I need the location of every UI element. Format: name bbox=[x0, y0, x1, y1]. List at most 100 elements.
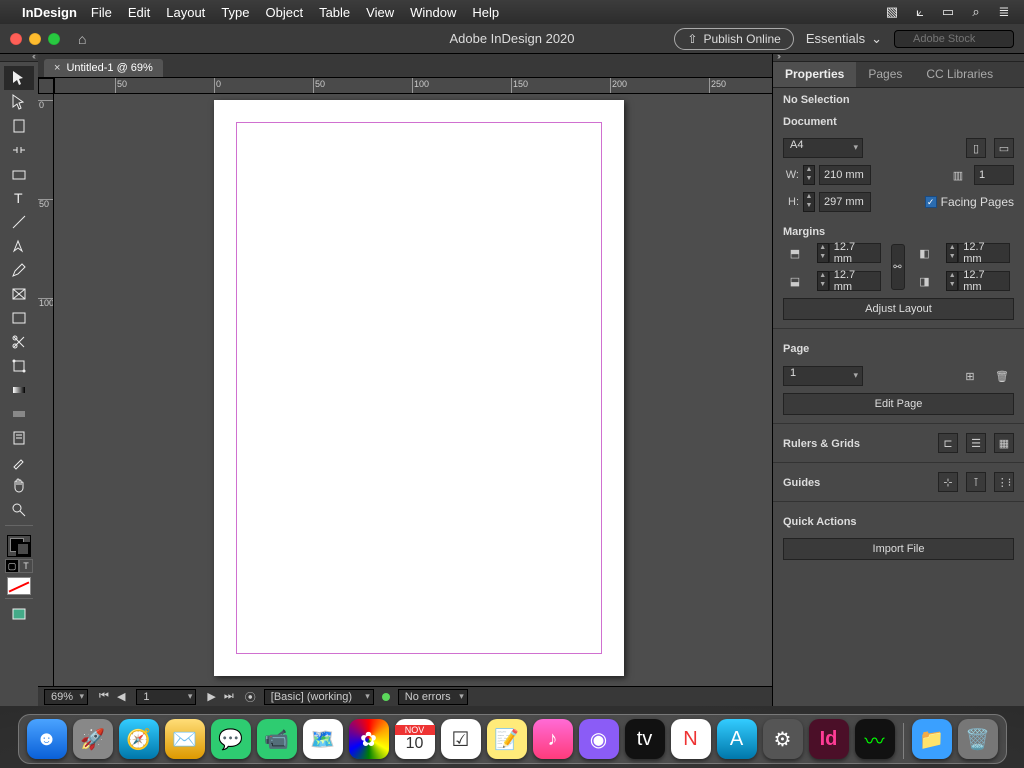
horizontal-ruler[interactable]: 0 50 50 100 150 200 250 bbox=[54, 78, 772, 93]
dock-app-appstore[interactable]: A bbox=[717, 719, 757, 759]
rulers-toggle-button[interactable]: ⊏ bbox=[938, 433, 958, 453]
dock-app-music[interactable]: ♪ bbox=[533, 719, 573, 759]
document-tab[interactable]: × Untitled-1 @ 69% bbox=[44, 59, 163, 77]
fill-stroke-swatch[interactable] bbox=[7, 535, 31, 557]
scissors-tool[interactable] bbox=[4, 330, 34, 354]
link-margins-toggle[interactable]: ⚯ bbox=[891, 244, 905, 290]
document-grid-button[interactable]: ▦ bbox=[994, 433, 1014, 453]
preflight-errors-combo[interactable]: No errors bbox=[398, 689, 468, 705]
home-icon[interactable]: ⌂ bbox=[78, 31, 86, 47]
facing-pages-checkbox[interactable]: ✓ bbox=[925, 196, 937, 208]
guides-options-button[interactable]: ⋮⁝ bbox=[994, 472, 1014, 492]
vertical-ruler[interactable]: 0 50 100 bbox=[38, 94, 54, 686]
note-tool[interactable] bbox=[4, 426, 34, 450]
menu-help[interactable]: Help bbox=[472, 5, 499, 20]
margin-left-field[interactable]: 12.7 mm bbox=[958, 243, 1010, 263]
adobe-stock-search[interactable] bbox=[894, 30, 1014, 48]
adjust-layout-button[interactable]: Adjust Layout bbox=[783, 298, 1014, 320]
rectangle-frame-tool[interactable] bbox=[4, 282, 34, 306]
dock-app-appletv[interactable]: tv bbox=[625, 719, 665, 759]
free-transform-tool[interactable] bbox=[4, 354, 34, 378]
page-tool[interactable] bbox=[4, 114, 34, 138]
page-combo[interactable]: 1 bbox=[136, 689, 196, 705]
height-stepper[interactable]: ▲▼ bbox=[803, 192, 815, 212]
width-stepper[interactable]: ▲▼ bbox=[803, 165, 815, 185]
menu-type[interactable]: Type bbox=[221, 5, 249, 20]
screen-mode-icon[interactable]: ▭ bbox=[938, 4, 958, 20]
dock-app-facetime[interactable]: 📹 bbox=[257, 719, 297, 759]
height-field[interactable]: 297 mm bbox=[819, 192, 871, 212]
orientation-portrait-button[interactable]: ▯ bbox=[966, 138, 986, 158]
dock-trash[interactable]: 🗑️ bbox=[958, 719, 998, 759]
dock-app-finder[interactable]: ☻ bbox=[27, 719, 67, 759]
gap-tool[interactable] bbox=[4, 138, 34, 162]
zoom-tool[interactable] bbox=[4, 498, 34, 522]
selection-tool[interactable] bbox=[4, 66, 34, 90]
dock-app-activity[interactable]: 〰 bbox=[855, 719, 895, 759]
minimize-window-button[interactable] bbox=[29, 33, 41, 45]
menu-layout[interactable]: Layout bbox=[166, 5, 205, 20]
cc-status-icon[interactable]: ▧ bbox=[882, 4, 902, 20]
rectangle-tool[interactable] bbox=[4, 306, 34, 330]
color-apply-mode[interactable]: ▢T bbox=[5, 559, 33, 573]
tools-collapse-handle[interactable] bbox=[0, 54, 38, 62]
margin-top-field[interactable]: 12.7 mm bbox=[829, 243, 881, 263]
page-number-select[interactable]: 1 bbox=[783, 366, 863, 386]
last-page-button[interactable]: ⏭ bbox=[221, 690, 237, 703]
zoom-window-button[interactable] bbox=[48, 33, 60, 45]
page-preset-select[interactable]: A4 bbox=[783, 138, 863, 158]
arrange-icon[interactable]: ⟀ bbox=[910, 4, 930, 20]
orientation-landscape-button[interactable]: ▭ bbox=[994, 138, 1014, 158]
snap-guides-button[interactable]: ⊹ bbox=[938, 472, 958, 492]
line-tool[interactable] bbox=[4, 210, 34, 234]
close-window-button[interactable] bbox=[10, 33, 22, 45]
gradient-feather-tool[interactable] bbox=[4, 402, 34, 426]
view-mode-normal[interactable] bbox=[4, 602, 34, 626]
edit-page-button[interactable]: Edit Page bbox=[783, 393, 1014, 415]
margin-right-field[interactable]: 12.7 mm bbox=[958, 271, 1010, 291]
menu-list-icon[interactable]: ≣ bbox=[994, 4, 1014, 20]
menu-object[interactable]: Object bbox=[266, 5, 304, 20]
margin-top-stepper[interactable]: ▲▼ bbox=[817, 243, 829, 263]
dock-app-photos[interactable]: ✿ bbox=[349, 719, 389, 759]
menu-view[interactable]: View bbox=[366, 5, 394, 20]
dock-app-launchpad[interactable]: 🚀 bbox=[73, 719, 113, 759]
dock-app-podcasts[interactable]: ◉ bbox=[579, 719, 619, 759]
dock-app-indesign[interactable]: Id bbox=[809, 719, 849, 759]
margin-right-stepper[interactable]: ▲▼ bbox=[946, 271, 958, 291]
search-icon[interactable]: ⌕ bbox=[966, 4, 986, 20]
smart-guides-button[interactable]: ⊺ bbox=[966, 472, 986, 492]
baseline-grid-button[interactable]: ☰ bbox=[966, 433, 986, 453]
eyedropper-tool[interactable] bbox=[4, 450, 34, 474]
delete-page-icon[interactable]: 🗑 bbox=[990, 365, 1014, 387]
zoom-combo[interactable]: 69% bbox=[44, 689, 88, 705]
dock-app-mail[interactable]: ✉️ bbox=[165, 719, 205, 759]
columns-field[interactable]: 1 bbox=[974, 165, 1014, 185]
publish-online-button[interactable]: ⇧ Publish Online bbox=[674, 28, 793, 50]
new-page-icon[interactable]: ⊞ bbox=[958, 365, 982, 387]
dock-app-messages[interactable]: 💬 bbox=[211, 719, 251, 759]
margin-bottom-stepper[interactable]: ▲▼ bbox=[817, 271, 829, 291]
prev-page-button[interactable]: ◀ bbox=[114, 690, 128, 703]
apply-none-swatch[interactable] bbox=[7, 577, 31, 595]
type-tool[interactable]: T bbox=[4, 186, 34, 210]
pencil-tool[interactable] bbox=[4, 258, 34, 282]
dock-folder[interactable]: 📁 bbox=[912, 719, 952, 759]
menu-table[interactable]: Table bbox=[319, 5, 350, 20]
tab-properties[interactable]: Properties bbox=[773, 62, 856, 87]
open-nav-icon[interactable]: ⦿ bbox=[245, 689, 256, 705]
dock-app-safari[interactable]: 🧭 bbox=[119, 719, 159, 759]
tab-cc-libraries[interactable]: CC Libraries bbox=[914, 62, 1005, 87]
dock-app-notes[interactable]: 📝 bbox=[487, 719, 527, 759]
import-file-button[interactable]: Import File bbox=[783, 538, 1014, 560]
hand-tool[interactable] bbox=[4, 474, 34, 498]
ruler-origin[interactable] bbox=[38, 78, 54, 94]
margin-bottom-field[interactable]: 12.7 mm bbox=[829, 271, 881, 291]
pen-tool[interactable] bbox=[4, 234, 34, 258]
dock-app-maps[interactable]: 🗺️ bbox=[303, 719, 343, 759]
content-collector-tool[interactable] bbox=[4, 162, 34, 186]
close-tab-icon[interactable]: × bbox=[54, 62, 60, 74]
next-page-button[interactable]: ▶ bbox=[204, 690, 218, 703]
document-page[interactable] bbox=[214, 100, 624, 676]
menu-edit[interactable]: Edit bbox=[128, 5, 150, 20]
